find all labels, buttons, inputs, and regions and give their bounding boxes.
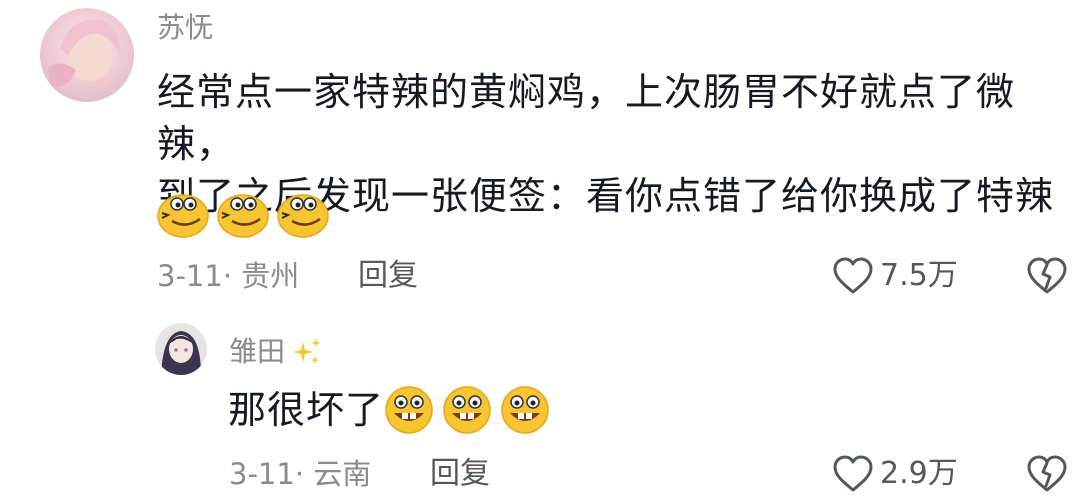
comment-text-line: 经常点一家特辣的黄焖鸡，上次肠胃不好就点了微辣，: [157, 70, 1016, 166]
username-text: 雏田: [229, 335, 286, 368]
avatar[interactable]: [155, 323, 207, 375]
heart-icon: [832, 256, 874, 296]
username[interactable]: 苏怃: [157, 14, 213, 42]
comment-meta: 3-11· 云南: [229, 457, 372, 491]
smirk-face-emoji-icon: [157, 194, 209, 238]
sparkles-icon: [293, 338, 322, 364]
comment-meta: 3-11· 贵州: [157, 259, 300, 293]
emoji-row: [382, 385, 552, 435]
reply-button[interactable]: 回复: [430, 459, 490, 489]
grin-face-emoji-icon: [385, 386, 433, 434]
emoji-row: [156, 189, 330, 239]
grin-face-emoji-icon: [501, 386, 549, 434]
heart-icon: [832, 454, 874, 494]
dislike-button[interactable]: [1026, 454, 1068, 498]
like-button[interactable]: 2.9万: [832, 454, 958, 494]
avatar[interactable]: [40, 8, 134, 102]
like-count: 2.9万: [880, 456, 958, 491]
grin-face-emoji-icon: [443, 386, 491, 434]
comment-text: 那很坏了: [228, 388, 385, 432]
username[interactable]: 雏田: [229, 336, 323, 368]
reply-button[interactable]: 回复: [358, 261, 418, 291]
smirk-face-emoji-icon: [217, 194, 269, 238]
like-count: 7.5万: [880, 258, 958, 293]
smirk-face-emoji-icon: [277, 194, 329, 238]
dislike-button[interactable]: [1026, 256, 1068, 300]
like-button[interactable]: 7.5万: [832, 256, 958, 296]
broken-heart-icon: [1027, 455, 1067, 492]
broken-heart-icon: [1027, 257, 1067, 294]
